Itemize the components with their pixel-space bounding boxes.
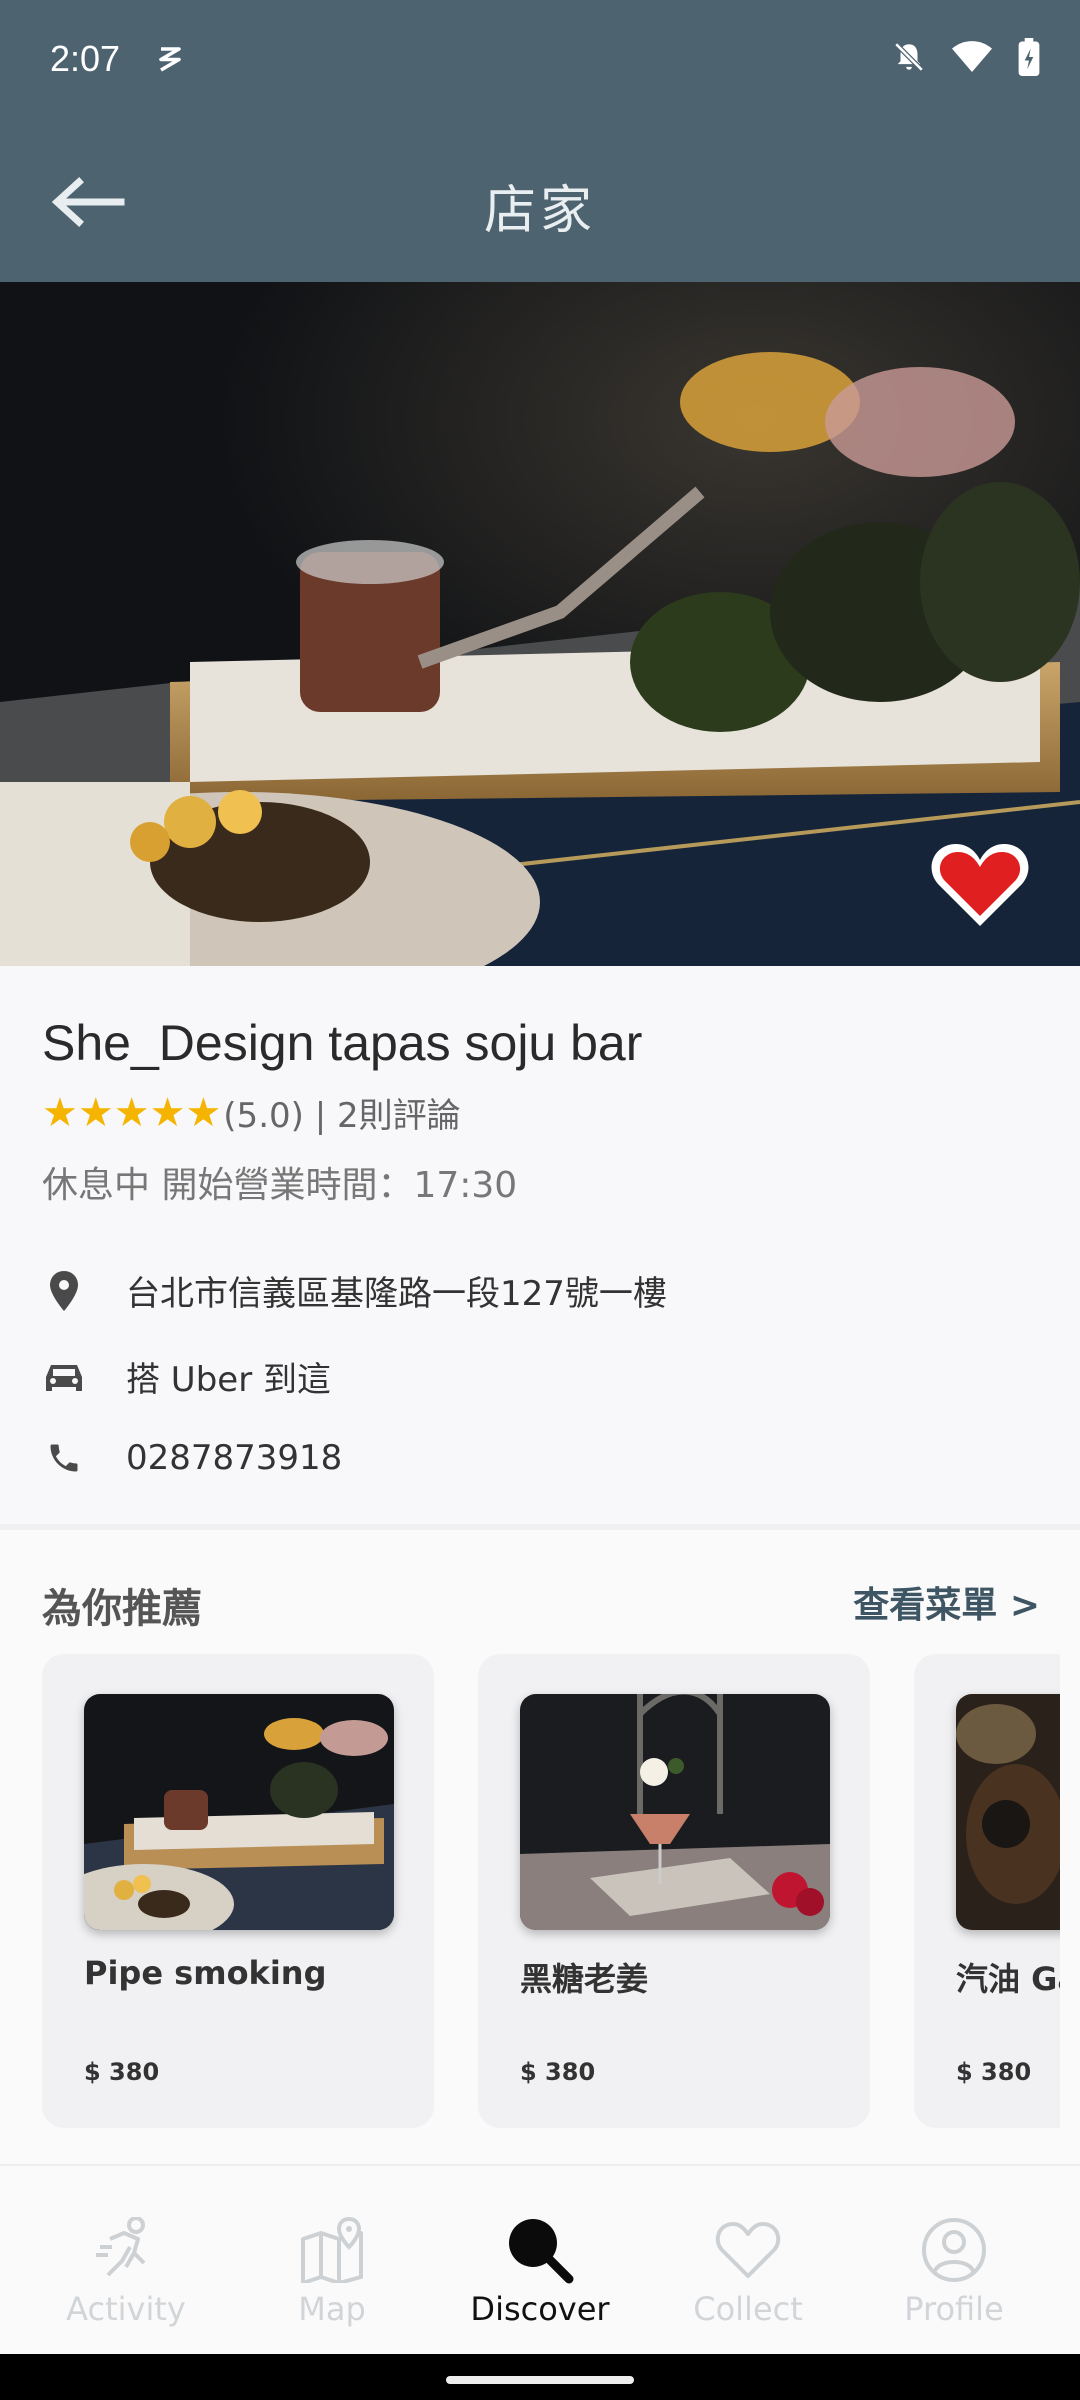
shop-info: She_Design tapas soju bar ★★★★★ (5.0) | … — [0, 966, 1080, 1526]
nav-activity[interactable]: Activity — [18, 2166, 234, 2356]
location-pin-icon — [42, 1269, 86, 1313]
heart-icon — [708, 2210, 788, 2290]
heart-icon — [931, 844, 1029, 926]
discover-icon — [500, 2210, 580, 2290]
map-icon — [292, 2210, 372, 2290]
recommend-list[interactable]: Pipe smoking $ 380 黑糖老姜 $ 380 汽油 G $ 380 — [0, 1650, 1060, 2130]
nav-map[interactable]: Map — [224, 2166, 440, 2356]
wifi-icon — [952, 41, 992, 72]
battery-icon — [1018, 38, 1040, 76]
shop-hero-image — [0, 282, 1080, 966]
menu-item-name: 黑糖老姜 — [520, 1960, 649, 1998]
uber-row[interactable]: 搭 Uber 到這 — [42, 1352, 331, 1401]
phone-icon — [42, 1436, 86, 1480]
address-row[interactable]: 台北市信義區基隆路一段127號一樓 — [42, 1266, 667, 1315]
favorite-button[interactable] — [930, 840, 1030, 940]
menu-item-price: $ 380 — [520, 2058, 596, 2086]
menu-item-card[interactable]: 汽油 Gasoline $ 380 — [914, 1654, 1060, 2128]
status-icons — [892, 38, 1040, 76]
shop-name: She_Design tapas soju bar — [42, 1015, 643, 1071]
view-menu-link[interactable]: 查看菜單 > — [853, 1576, 1040, 1628]
page: 2:07 店家 She_Design tapas soju bar ★★★★★ … — [0, 0, 1080, 2400]
app-bar: 店家 — [0, 120, 1080, 282]
rating-text: (5.0) | 2則評論 — [223, 1096, 461, 1136]
nav-collect[interactable]: Collect — [640, 2166, 856, 2356]
bottom-navigation: Activity Map Discover Collect Profile — [0, 2164, 1080, 2354]
nav-label: Collect — [693, 2290, 803, 2328]
phone-row[interactable]: 0287873918 — [42, 1436, 342, 1480]
car-icon — [42, 1355, 86, 1399]
menu-item-price: $ 380 — [84, 2058, 160, 2086]
menu-item-card[interactable]: Pipe smoking $ 380 — [42, 1654, 434, 2128]
opening-status: 休息中 開始營業時間：17:30 — [42, 1165, 518, 1206]
menu-item-image — [956, 1694, 1060, 1930]
star-rating: ★★★★★ — [42, 1089, 222, 1136]
menu-item-price: $ 380 — [956, 2058, 1032, 2086]
uber-text: 搭 Uber 到這 — [126, 1360, 331, 1400]
bell-off-icon — [894, 42, 924, 72]
hero-photo — [0, 282, 1080, 966]
menu-item-image — [520, 1694, 830, 1930]
phone-text: 0287873918 — [126, 1438, 343, 1478]
nav-label: Profile — [904, 2290, 1004, 2328]
nav-label: Activity — [66, 2290, 186, 2328]
page-title: 店家 — [483, 181, 596, 241]
status-bar: 2:07 — [0, 0, 1080, 120]
section-divider — [0, 1524, 1080, 1530]
nav-discover[interactable]: Discover — [432, 2166, 648, 2356]
activity-icon — [86, 2210, 166, 2290]
home-gesture-handle[interactable] — [446, 2376, 634, 2384]
nav-label: Map — [298, 2290, 366, 2328]
status-time: 2:07 — [50, 38, 121, 79]
nav-profile[interactable]: Profile — [846, 2166, 1062, 2356]
sync-icon — [159, 47, 181, 72]
profile-icon — [914, 2210, 994, 2290]
recommend-title: 為你推薦 — [42, 1586, 202, 1632]
address-text: 台北市信義區基隆路一段127號一樓 — [126, 1274, 667, 1314]
menu-item-name: 汽油 Gasoline — [956, 1960, 1060, 1998]
menu-item-card[interactable]: 黑糖老姜 $ 380 — [478, 1654, 870, 2128]
rating-row[interactable]: ★★★★★ (5.0) | 2則評論 — [42, 1088, 461, 1137]
menu-item-name: Pipe smoking — [84, 1954, 327, 1992]
nav-label: Discover — [470, 2290, 610, 2328]
menu-item-image — [84, 1694, 394, 1930]
